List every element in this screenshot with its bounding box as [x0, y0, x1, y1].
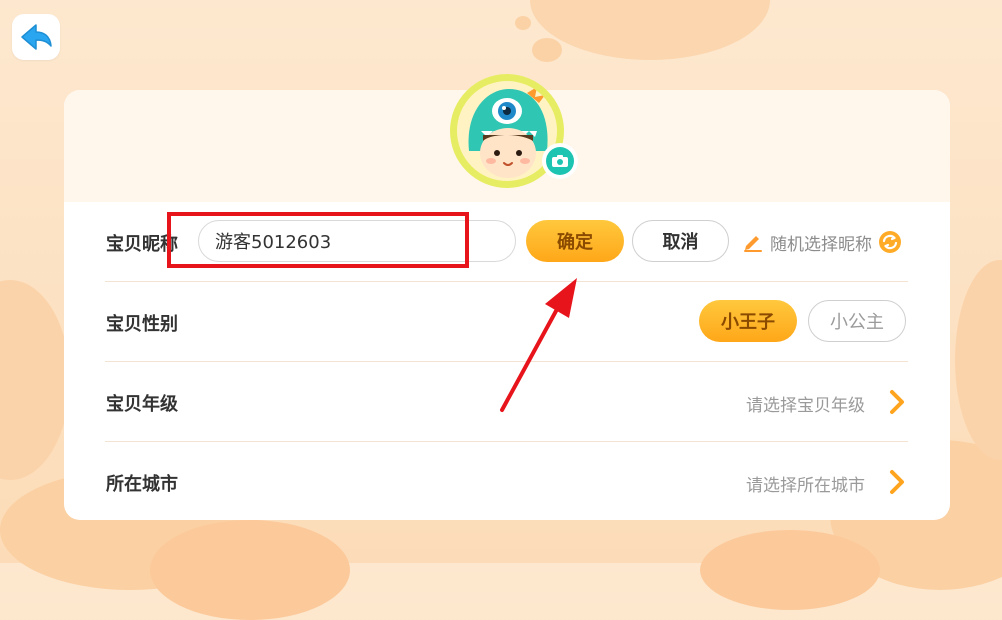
gender-option-princess[interactable]: 小公主 — [808, 300, 906, 342]
gender-label: 宝贝性别 — [106, 314, 178, 335]
random-nickname-label: 随机选择昵称 — [770, 234, 872, 255]
highlight-annotation-box — [167, 212, 469, 268]
divider — [105, 281, 908, 282]
divider — [105, 441, 908, 442]
gender-option-prince[interactable]: 小王子 — [699, 300, 797, 342]
background-blob — [955, 260, 1002, 460]
chevron-right-icon[interactable] — [886, 389, 908, 415]
background-blob — [150, 520, 350, 620]
background-blob — [0, 280, 70, 480]
random-nickname-link[interactable]: 随机选择昵称 — [742, 229, 902, 255]
background-blob — [532, 38, 562, 62]
change-avatar-button[interactable] — [542, 143, 578, 179]
city-label: 所在城市 — [106, 474, 178, 495]
divider — [105, 361, 908, 362]
camera-icon — [552, 155, 568, 167]
city-select[interactable]: 请选择所在城市 — [746, 471, 865, 496]
grade-select[interactable]: 请选择宝贝年级 — [746, 391, 865, 416]
refresh-icon — [879, 231, 901, 253]
cancel-button[interactable]: 取消 — [632, 220, 729, 262]
confirm-button[interactable]: 确定 — [526, 220, 624, 262]
back-button[interactable] — [12, 14, 60, 60]
background-blob — [700, 530, 880, 610]
back-arrow-icon — [21, 24, 52, 50]
pencil-icon — [744, 236, 762, 252]
background-blob — [530, 0, 770, 60]
grade-label: 宝贝年级 — [106, 394, 178, 415]
chevron-right-icon[interactable] — [886, 469, 908, 495]
background-blob — [515, 16, 531, 30]
